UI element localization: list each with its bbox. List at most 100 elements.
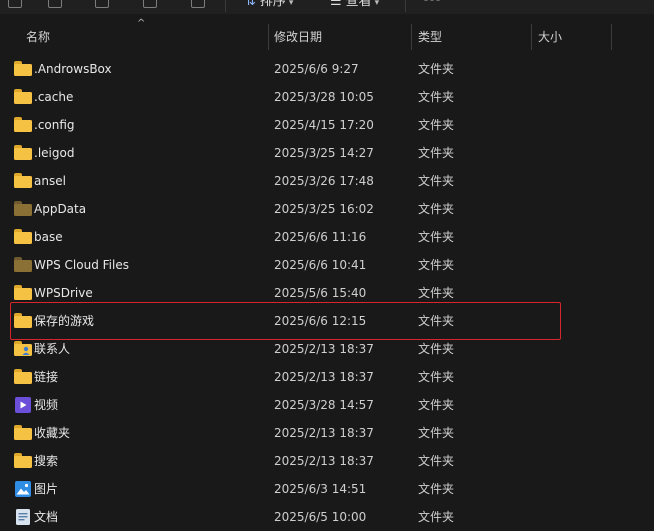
- file-type: 文件夹: [418, 342, 455, 356]
- column-header-name[interactable]: 名称: [26, 24, 50, 50]
- file-type: 文件夹: [418, 230, 455, 244]
- column-header-size[interactable]: 大小: [538, 24, 562, 50]
- file-row[interactable]: 搜索 2025/2/13 18:37 文件夹: [0, 447, 654, 475]
- sort-button[interactable]: ⇅ 排序 ▾: [245, 0, 293, 10]
- file-type: 文件夹: [418, 286, 455, 300]
- file-row[interactable]: WPSDrive 2025/5/6 15:40 文件夹: [0, 279, 654, 307]
- file-type: 文件夹: [418, 454, 455, 468]
- contacts-folder-icon: [14, 341, 32, 357]
- share-icon[interactable]: [143, 0, 157, 8]
- file-type: 文件夹: [418, 482, 455, 496]
- column-divider[interactable]: [411, 24, 412, 50]
- folder-icon: [14, 89, 32, 105]
- videos-folder-icon: [14, 397, 32, 413]
- file-name: 联系人: [34, 342, 71, 356]
- file-name: 保存的游戏: [34, 314, 95, 328]
- chevron-down-icon: ▾: [374, 0, 380, 8]
- file-type: 文件夹: [418, 174, 455, 188]
- file-row[interactable]: 视频 2025/3/28 14:57 文件夹: [0, 391, 654, 419]
- folder-icon: [14, 173, 32, 189]
- file-type: 文件夹: [418, 426, 455, 440]
- file-name: WPS Cloud Files: [34, 258, 129, 272]
- file-list: .AndrowsBox 2025/6/6 9:27 文件夹 .cache 202…: [0, 55, 654, 531]
- folder-icon: [14, 229, 32, 245]
- file-row[interactable]: 保存的游戏 2025/6/6 12:15 文件夹: [0, 307, 654, 335]
- file-name: 文档: [34, 510, 59, 524]
- file-row[interactable]: 联系人 2025/2/13 18:37 文件夹: [0, 335, 654, 363]
- file-row[interactable]: base 2025/6/6 11:16 文件夹: [0, 223, 654, 251]
- file-type: 文件夹: [418, 118, 455, 132]
- paste-icon[interactable]: [95, 0, 109, 8]
- file-row[interactable]: ansel 2025/3/26 17:48 文件夹: [0, 167, 654, 195]
- pictures-folder-icon: [14, 481, 32, 497]
- toolbar-divider: [405, 0, 406, 12]
- file-type: 文件夹: [418, 370, 455, 384]
- file-row[interactable]: .AndrowsBox 2025/6/6 9:27 文件夹: [0, 55, 654, 83]
- file-row[interactable]: AppData 2025/3/25 16:02 文件夹: [0, 195, 654, 223]
- column-header-type[interactable]: 类型: [418, 24, 442, 50]
- file-row[interactable]: 文档 2025/6/5 10:00 文件夹: [0, 503, 654, 531]
- file-row[interactable]: WPS Cloud Files 2025/6/6 10:41 文件夹: [0, 251, 654, 279]
- folder-icon: [14, 117, 32, 133]
- view-button[interactable]: ☰ 查看 ▾: [330, 0, 379, 10]
- view-icon: ☰: [330, 0, 342, 9]
- delete-icon[interactable]: [191, 0, 205, 8]
- folder-icon: [14, 313, 32, 329]
- toolbar-divider: [225, 0, 226, 12]
- file-modified-date: 2025/6/6 10:41: [274, 258, 367, 272]
- file-modified-date: 2025/3/28 14:57: [274, 398, 374, 412]
- file-modified-date: 2025/6/6 9:27: [274, 62, 359, 76]
- file-name: 链接: [34, 370, 59, 384]
- file-type: 文件夹: [418, 398, 455, 412]
- file-modified-date: 2025/2/13 18:37: [274, 342, 374, 356]
- file-modified-date: 2025/5/6 15:40: [274, 286, 367, 300]
- dim-folder-icon: [14, 201, 32, 217]
- folder-icon: [14, 285, 32, 301]
- file-row[interactable]: 链接 2025/2/13 18:37 文件夹: [0, 363, 654, 391]
- folder-icon: [14, 453, 32, 469]
- file-modified-date: 2025/6/6 12:15: [274, 314, 367, 328]
- copy-icon[interactable]: [48, 0, 62, 8]
- sort-label: 排序: [259, 0, 286, 9]
- file-row[interactable]: .cache 2025/3/28 10:05 文件夹: [0, 83, 654, 111]
- more-options-button[interactable]: ⋯: [423, 0, 441, 9]
- folder-icon: [14, 61, 32, 77]
- file-type: 文件夹: [418, 314, 455, 328]
- file-name: .config: [34, 118, 75, 132]
- file-name: base: [34, 230, 63, 244]
- file-modified-date: 2025/4/15 17:20: [274, 118, 374, 132]
- file-modified-date: 2025/2/13 18:37: [274, 426, 374, 440]
- file-name: .cache: [34, 90, 74, 104]
- file-name: 收藏夹: [34, 426, 71, 440]
- column-divider[interactable]: [611, 24, 612, 50]
- file-name: .leigod: [34, 146, 75, 160]
- file-modified-date: 2025/3/25 14:27: [274, 146, 374, 160]
- file-type: 文件夹: [418, 258, 455, 272]
- file-modified-date: 2025/6/5 10:00: [274, 510, 367, 524]
- cut-icon[interactable]: [8, 0, 22, 8]
- file-row[interactable]: 图片 2025/6/3 14:51 文件夹: [0, 475, 654, 503]
- file-modified-date: 2025/6/6 11:16: [274, 230, 367, 244]
- file-name: 搜索: [34, 454, 59, 468]
- column-header-modified[interactable]: 修改日期: [274, 24, 322, 50]
- file-type: 文件夹: [418, 510, 455, 524]
- column-divider[interactable]: [531, 24, 532, 50]
- file-row[interactable]: 收藏夹 2025/2/13 18:37 文件夹: [0, 419, 654, 447]
- dim-folder-icon: [14, 257, 32, 273]
- file-modified-date: 2025/3/26 17:48: [274, 174, 374, 188]
- file-name: ansel: [34, 174, 66, 188]
- file-name: .AndrowsBox: [34, 62, 112, 76]
- file-name: 视频: [34, 398, 59, 412]
- file-modified-date: 2025/2/13 18:37: [274, 454, 374, 468]
- column-divider[interactable]: [268, 24, 269, 50]
- file-type: 文件夹: [418, 202, 455, 216]
- chevron-down-icon: ▾: [288, 0, 294, 8]
- file-modified-date: 2025/3/25 16:02: [274, 202, 374, 216]
- sort-icon: ⇅: [245, 0, 256, 9]
- file-row[interactable]: .leigod 2025/3/25 14:27 文件夹: [0, 139, 654, 167]
- file-name: 图片: [34, 482, 59, 496]
- file-modified-date: 2025/3/28 10:05: [274, 90, 374, 104]
- file-row[interactable]: .config 2025/4/15 17:20 文件夹: [0, 111, 654, 139]
- folder-icon: [14, 425, 32, 441]
- file-type: 文件夹: [418, 90, 455, 104]
